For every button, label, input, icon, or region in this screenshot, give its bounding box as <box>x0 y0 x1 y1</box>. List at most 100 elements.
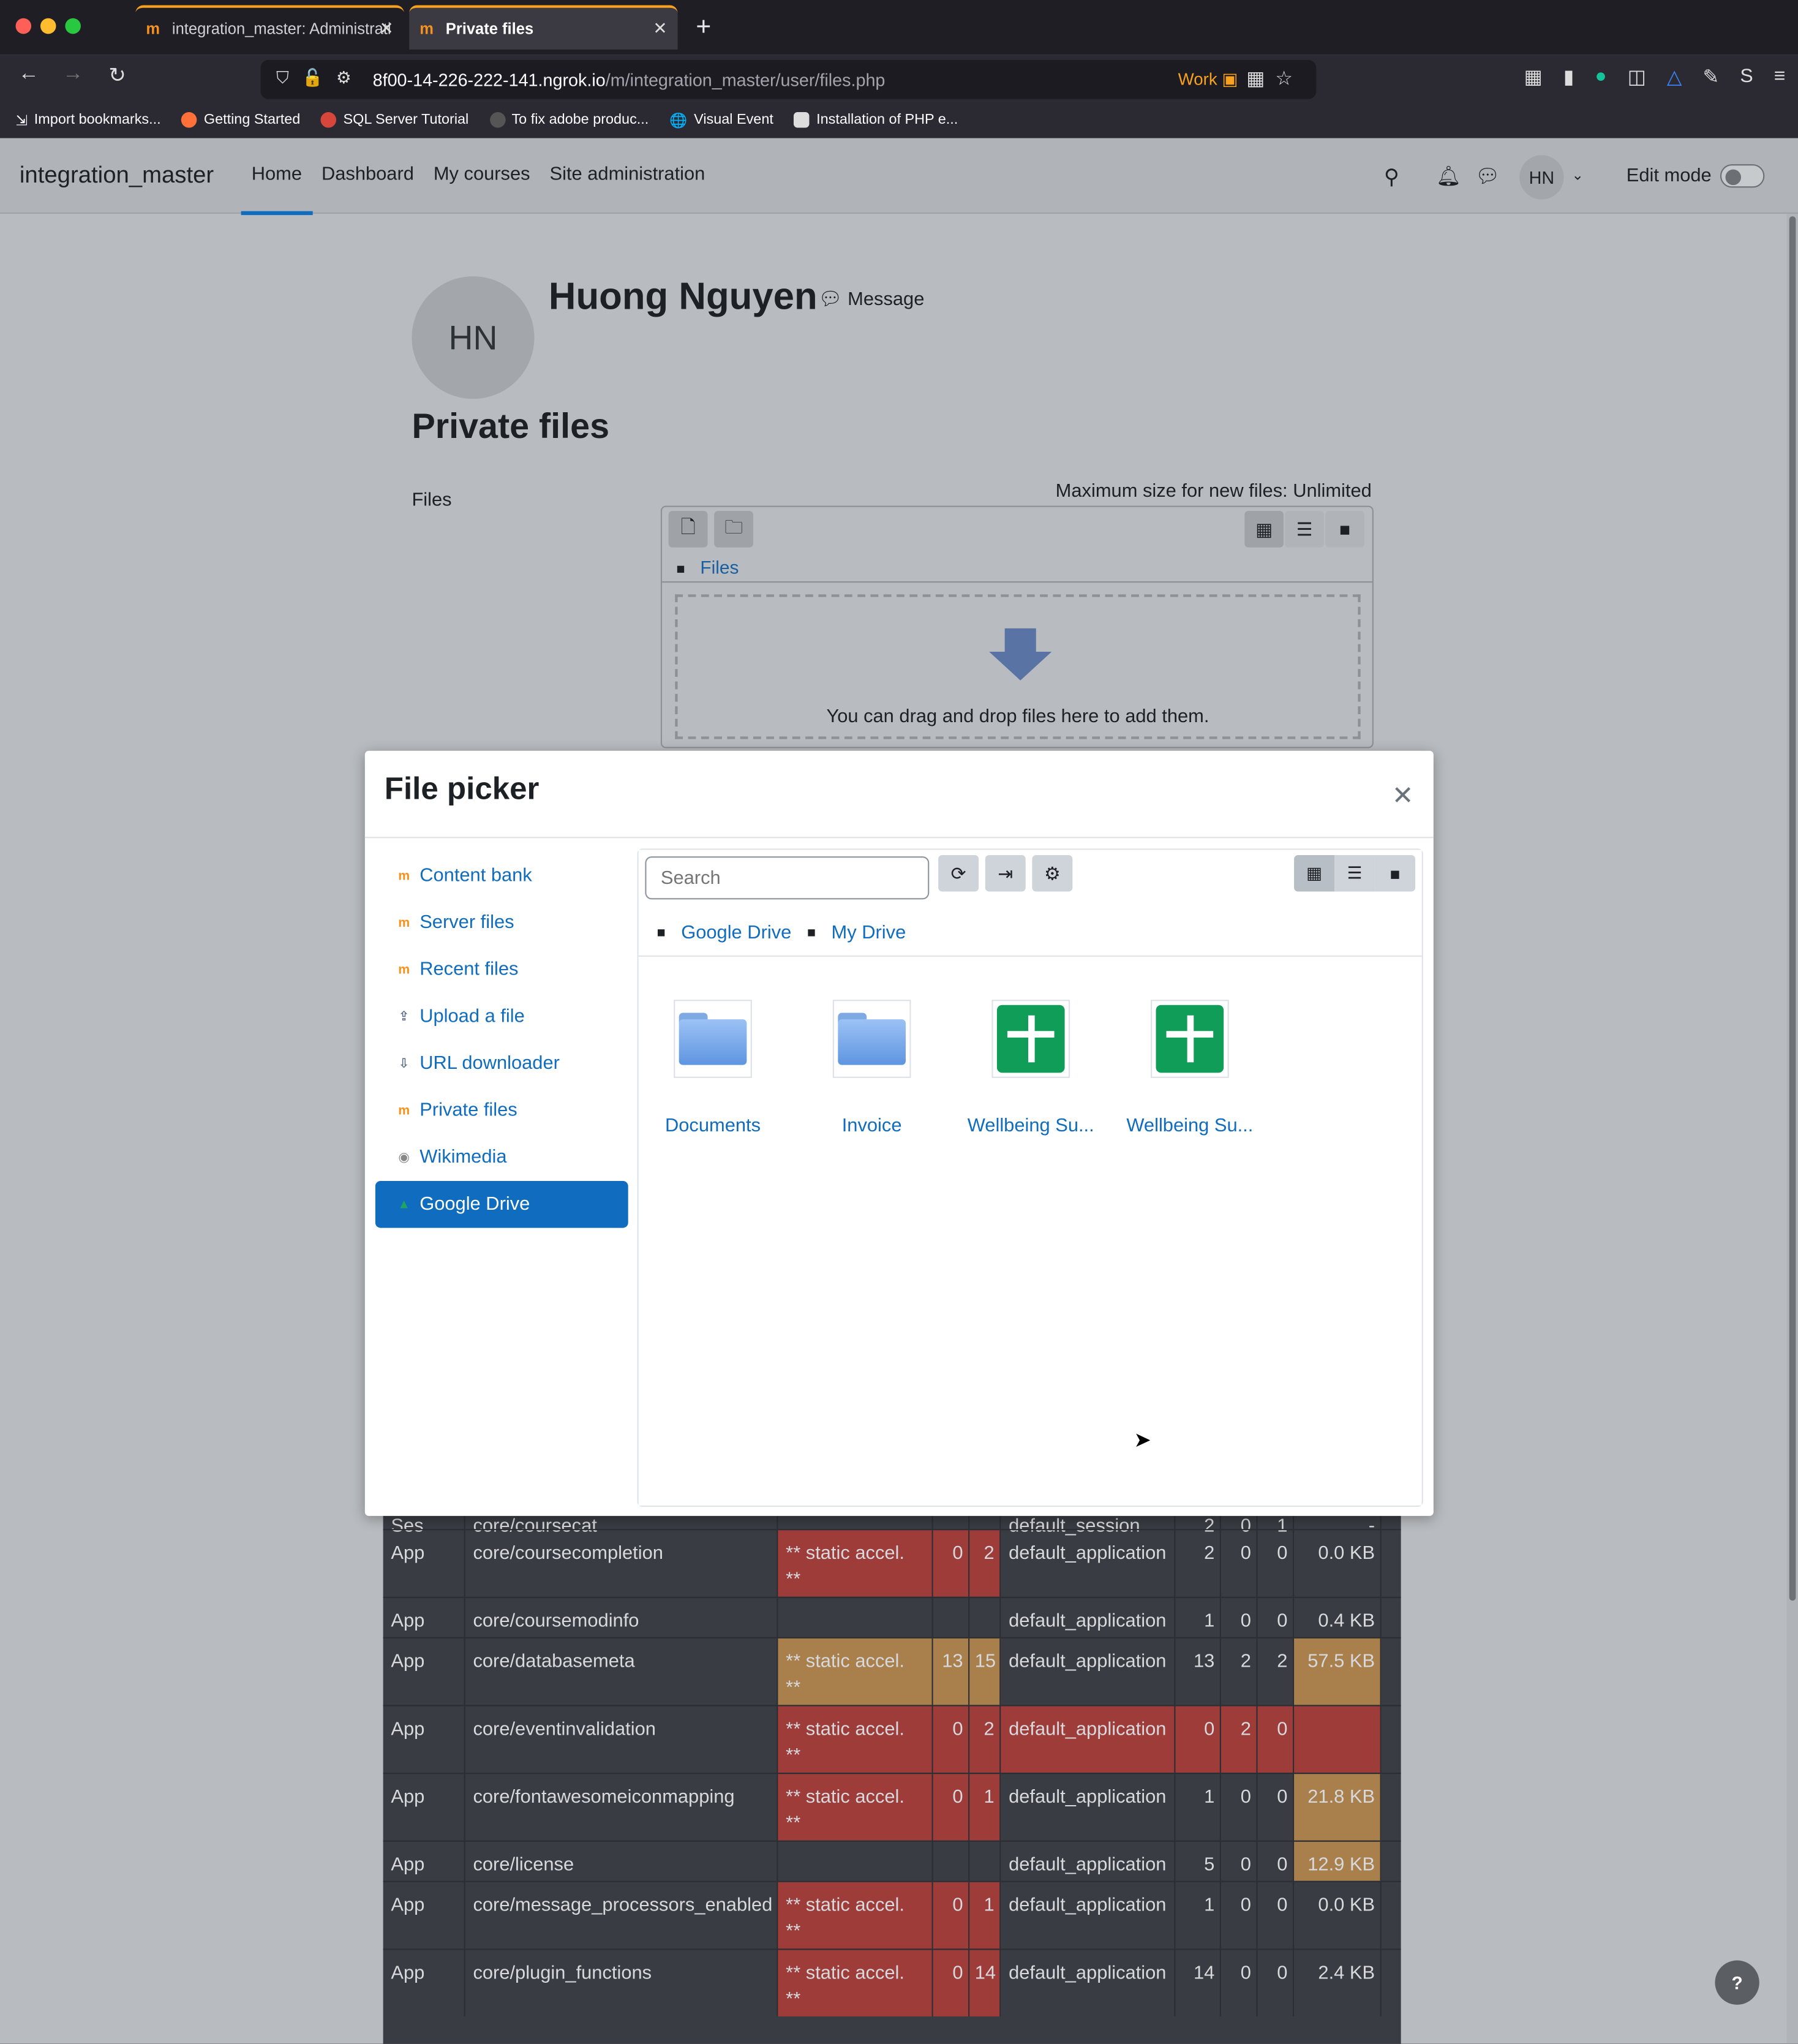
table-cell-n1: 0 <box>1175 1706 1221 1773</box>
page-scrollbar-thumb[interactable] <box>1789 216 1796 1601</box>
table-cell-a: 0 <box>933 1706 970 1773</box>
close-window-button[interactable] <box>15 18 32 34</box>
folder-icon: ■ <box>807 925 816 941</box>
chevron-down-icon[interactable]: ⌄ <box>1571 167 1584 184</box>
zoom-window-button[interactable] <box>65 18 81 34</box>
repository-label: Server files <box>419 912 514 933</box>
bookmark-import[interactable]: ⇲ Import bookmarks... <box>16 111 161 129</box>
table-cell-b <box>969 1841 1001 1881</box>
repository-url-downloader[interactable]: ⇩ URL downloader <box>375 1040 628 1087</box>
table-cell-store: ** static accel. ** <box>778 1882 933 1949</box>
bookmark-sql-server[interactable]: SQL Server Tutorial <box>321 112 468 128</box>
menu-icon[interactable]: ≡ <box>1774 65 1786 88</box>
extension-s-icon[interactable]: S <box>1740 65 1753 88</box>
minimize-window-button[interactable] <box>40 18 56 34</box>
address-bar[interactable]: ⛉🔓⚙ 8f00-14-226-222-141.ngrok.io/m/integ… <box>260 59 1317 99</box>
tab-title: Private files <box>445 19 534 38</box>
container-label[interactable]: Work ▣ <box>1178 69 1238 90</box>
breadcrumb-files[interactable]: Files <box>700 557 739 578</box>
container-name: Work <box>1178 69 1217 89</box>
message-button[interactable]: 💬︎ Message <box>818 288 924 310</box>
repository-recent-files[interactable]: m Recent files <box>375 946 628 994</box>
settings-gear-icon[interactable]: ⚙ <box>1032 854 1073 892</box>
add-file-icon[interactable]: 🗋 <box>668 511 708 548</box>
repository-private-files[interactable]: m Private files <box>375 1087 628 1134</box>
table-cell-b <box>969 1597 1001 1637</box>
table-cell-store: ** static accel. ** <box>778 1706 933 1773</box>
repository-server-files[interactable]: m Server files <box>375 899 628 946</box>
repository-content-bank[interactable]: m Content bank <box>375 853 628 900</box>
table-cell-n1: 1 <box>1175 1774 1221 1841</box>
file-picker-toolbar: ⟳ ⇥ ⚙ ▦ ☰ ■ ■ Google Drive ■ My Drive <box>638 850 1422 957</box>
extension-glasses-icon[interactable]: ◫ <box>1628 65 1646 89</box>
view-icons-icon[interactable]: ▦ <box>1244 511 1284 548</box>
site-brand[interactable]: integration_master <box>20 162 214 189</box>
table-cell-n3: 0 <box>1258 1841 1295 1881</box>
file-grid: Documents Invoice Wellbeing Su... Wellbeing… <box>638 956 1422 1506</box>
view-tree-icon[interactable]: ■ <box>1375 854 1416 892</box>
table-row: App core/coursecompletion ** static accel.… <box>383 1529 1401 1597</box>
breadcrumb-my-drive[interactable]: My Drive <box>832 923 906 944</box>
nav-dashboard[interactable]: Dashboard <box>322 164 414 185</box>
bookmark-getting-started[interactable]: Getting Started <box>181 112 300 128</box>
bookmark-visual-event[interactable]: 🌐 Visual Event <box>669 111 773 129</box>
table-cell-n3: 0 <box>1258 1597 1295 1637</box>
max-size-note: Maximum size for new files: Unlimited <box>1055 481 1372 502</box>
repository-wikimedia[interactable]: ◉ Wikimedia <box>375 1134 628 1181</box>
back-icon[interactable]: ← <box>13 62 44 86</box>
refresh-icon[interactable]: ⟳ <box>938 854 979 892</box>
logout-icon[interactable]: ⇥ <box>985 854 1026 892</box>
table-cell-n3: 0 <box>1258 1882 1295 1949</box>
user-menu-avatar[interactable]: HN <box>1519 155 1564 200</box>
table-cell-n2: 0 <box>1221 1882 1258 1949</box>
help-button[interactable]: ? <box>1715 1960 1759 2005</box>
nav-site-administration[interactable]: Site administration <box>550 164 705 185</box>
bookmark-star-icon[interactable]: ▦☆ <box>1246 67 1303 90</box>
view-list-icon[interactable]: ☰ <box>1334 854 1375 892</box>
browser-tab-private-files[interactable]: m Private files ✕ <box>409 5 678 50</box>
table-cell-n3: 0 <box>1258 1530 1295 1597</box>
site-info-icons[interactable]: ⛉🔓⚙ <box>276 68 364 89</box>
nav-home[interactable]: Home <box>241 164 312 216</box>
repository-google-drive[interactable]: ▲ Google Drive <box>375 1180 628 1228</box>
table-cell-mode: App <box>383 1530 465 1597</box>
extension-grid-icon[interactable]: ▦ <box>1524 65 1542 89</box>
extension-triangle-icon[interactable]: △ <box>1667 65 1682 89</box>
view-tree-icon[interactable]: ■ <box>1325 511 1365 548</box>
message-label: Message <box>848 289 925 311</box>
close-tab-icon[interactable]: ✕ <box>653 18 667 39</box>
bookmark-adobe[interactable]: To fix adobe produc... <box>489 112 649 128</box>
nav-my-courses[interactable]: My courses <box>434 164 530 185</box>
close-tab-icon[interactable]: ✕ <box>379 18 393 39</box>
file-manager-breadcrumb: ■ Files <box>676 557 739 578</box>
extension-bars-icon[interactable]: ▮ <box>1563 65 1574 89</box>
table-cell-n2: 0 <box>1221 1530 1258 1597</box>
bookmark-php[interactable]: Installation of PHP e... <box>794 112 958 128</box>
reload-icon[interactable]: ↻ <box>102 62 133 89</box>
new-tab-icon[interactable]: + <box>696 13 711 43</box>
close-icon[interactable]: ✕ <box>1392 780 1414 812</box>
table-cell-store <box>778 1597 933 1637</box>
divider <box>662 581 1372 583</box>
table-cell-size: 2.4 KB <box>1294 1950 1382 2017</box>
view-icons-icon[interactable]: ▦ <box>1294 854 1335 892</box>
bell-icon[interactable]: 🔔︎ <box>1436 164 1461 187</box>
drop-zone[interactable]: You can drag and drop files here to add … <box>675 594 1361 739</box>
search-icon[interactable]: ⚲ <box>1384 164 1399 190</box>
messages-icon[interactable]: 💬︎ <box>1475 164 1500 187</box>
table-cell-b: 2 <box>969 1530 1001 1597</box>
repository-upload-a-file[interactable]: ⇪ Upload a file <box>375 994 628 1041</box>
extension-pen-icon[interactable]: ✎ <box>1703 65 1720 89</box>
grammarly-icon[interactable]: ● <box>1595 65 1606 88</box>
search-input[interactable] <box>645 856 930 900</box>
edit-mode-label: Edit mode <box>1626 165 1712 187</box>
breadcrumb-google-drive[interactable]: Google Drive <box>681 923 791 944</box>
edit-mode-toggle[interactable] <box>1720 164 1765 188</box>
moodle-icon: m <box>398 869 410 883</box>
table-cell-def: default_application <box>1001 1530 1176 1597</box>
globe-icon: 🌐 <box>669 113 688 129</box>
view-list-icon[interactable]: ☰ <box>1285 511 1325 548</box>
create-folder-icon[interactable]: 🗀 <box>714 511 753 548</box>
forward-icon[interactable]: → <box>58 62 89 86</box>
browser-tab-administration[interactable]: m integration_master: Administrati ✕ <box>135 5 404 50</box>
